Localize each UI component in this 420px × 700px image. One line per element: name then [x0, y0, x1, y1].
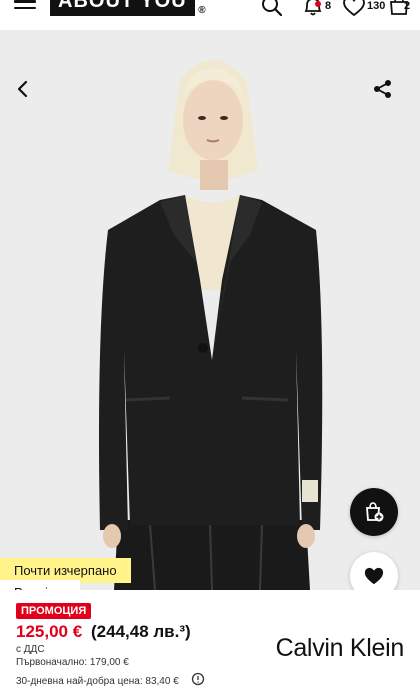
back-button[interactable]	[8, 74, 38, 104]
info-icon[interactable]	[190, 672, 206, 686]
logo-registered-mark: ®	[198, 5, 207, 16]
brand-name[interactable]: Calvin Klein	[276, 634, 405, 663]
wishlist-heart-icon	[364, 567, 384, 585]
promo-badge: ПРОМОЦИЯ	[16, 603, 92, 619]
vat-note: с ДДС	[16, 644, 45, 655]
top-header: ABOUT YOU ® 8 130 2	[0, 0, 420, 30]
sale-price: 125,00 €	[16, 622, 83, 641]
add-to-bag-button[interactable]	[350, 488, 398, 536]
original-price: Първоначално: 179,00 €	[16, 657, 129, 668]
basket-count: 2	[404, 0, 411, 12]
premium-badge: Premium	[0, 580, 81, 590]
logo-text: ABOUT YOU	[58, 0, 187, 12]
search-icon[interactable]	[260, 0, 284, 18]
wishlist-count: 130	[367, 0, 386, 12]
price-bgn: (244,48 лв.³)	[91, 622, 191, 641]
back-chevron-icon	[17, 80, 28, 98]
share-button[interactable]	[368, 74, 398, 104]
notifications-count: 8	[325, 0, 332, 12]
add-to-bag-icon	[366, 502, 384, 522]
share-icon	[374, 80, 391, 98]
product-image-gallery[interactable]: Почти изчерпано Premium	[0, 30, 420, 590]
menu-icon[interactable]	[14, 0, 36, 16]
lowest-price-30d: 30-дневна най-добра цена: 83,40 €	[16, 676, 179, 687]
price-section: ПРОМОЦИЯ 125,00 € (244,48 лв.³) с ДДС Пъ…	[0, 600, 420, 700]
brand-logo[interactable]: ABOUT YOU ®	[50, 0, 206, 16]
notification-dot	[315, 1, 321, 7]
heart-icon[interactable]	[342, 0, 366, 18]
